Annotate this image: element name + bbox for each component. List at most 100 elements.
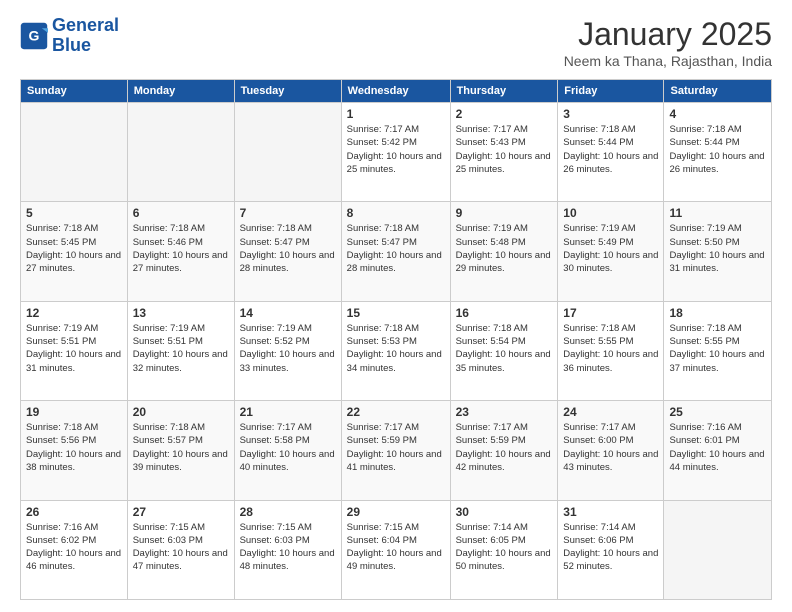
sunrise-label: Sunrise: 7:18 AM xyxy=(133,223,205,234)
sunrise-label: Sunrise: 7:17 AM xyxy=(456,124,528,135)
svg-text:G: G xyxy=(29,27,40,43)
daylight-label: Daylight: 10 hours and 42 minutes. xyxy=(456,449,551,473)
day-info: Sunrise: 7:17 AM Sunset: 6:00 PM Dayligh… xyxy=(563,421,658,474)
sunrise-label: Sunrise: 7:14 AM xyxy=(563,522,635,533)
day-info: Sunrise: 7:16 AM Sunset: 6:02 PM Dayligh… xyxy=(26,521,122,574)
day-number: 31 xyxy=(563,505,658,519)
sunset-label: Sunset: 5:55 PM xyxy=(669,336,739,347)
calendar-day-cell: 29 Sunrise: 7:15 AM Sunset: 6:04 PM Dayl… xyxy=(341,500,450,599)
calendar-week-row: 12 Sunrise: 7:19 AM Sunset: 5:51 PM Dayl… xyxy=(21,301,772,400)
sunrise-label: Sunrise: 7:14 AM xyxy=(456,522,528,533)
sunset-label: Sunset: 6:03 PM xyxy=(133,535,203,546)
day-info: Sunrise: 7:17 AM Sunset: 5:58 PM Dayligh… xyxy=(240,421,336,474)
calendar-day-cell xyxy=(234,103,341,202)
day-number: 29 xyxy=(347,505,445,519)
weekday-header-cell: Thursday xyxy=(450,80,558,103)
sunset-label: Sunset: 5:46 PM xyxy=(133,237,203,248)
daylight-label: Daylight: 10 hours and 40 minutes. xyxy=(240,449,335,473)
calendar-day-cell: 31 Sunrise: 7:14 AM Sunset: 6:06 PM Dayl… xyxy=(558,500,664,599)
day-info: Sunrise: 7:18 AM Sunset: 5:44 PM Dayligh… xyxy=(669,123,766,176)
sunset-label: Sunset: 5:44 PM xyxy=(669,137,739,148)
daylight-label: Daylight: 10 hours and 33 minutes. xyxy=(240,349,335,373)
calendar-day-cell xyxy=(21,103,128,202)
calendar-body: 1 Sunrise: 7:17 AM Sunset: 5:42 PM Dayli… xyxy=(21,103,772,600)
day-number: 20 xyxy=(133,405,229,419)
calendar-week-row: 26 Sunrise: 7:16 AM Sunset: 6:02 PM Dayl… xyxy=(21,500,772,599)
day-number: 21 xyxy=(240,405,336,419)
sunrise-label: Sunrise: 7:16 AM xyxy=(26,522,98,533)
day-number: 19 xyxy=(26,405,122,419)
calendar-day-cell: 18 Sunrise: 7:18 AM Sunset: 5:55 PM Dayl… xyxy=(664,301,772,400)
calendar-day-cell: 21 Sunrise: 7:17 AM Sunset: 5:58 PM Dayl… xyxy=(234,401,341,500)
daylight-label: Daylight: 10 hours and 44 minutes. xyxy=(669,449,764,473)
weekday-header-cell: Monday xyxy=(127,80,234,103)
sunrise-label: Sunrise: 7:18 AM xyxy=(26,422,98,433)
logo-icon: G xyxy=(20,22,48,50)
sunset-label: Sunset: 5:43 PM xyxy=(456,137,526,148)
sunset-label: Sunset: 6:02 PM xyxy=(26,535,96,546)
sunset-label: Sunset: 5:57 PM xyxy=(133,435,203,446)
daylight-label: Daylight: 10 hours and 50 minutes. xyxy=(456,548,551,572)
calendar-day-cell: 26 Sunrise: 7:16 AM Sunset: 6:02 PM Dayl… xyxy=(21,500,128,599)
calendar-day-cell xyxy=(664,500,772,599)
day-info: Sunrise: 7:18 AM Sunset: 5:53 PM Dayligh… xyxy=(347,322,445,375)
sunset-label: Sunset: 5:47 PM xyxy=(347,237,417,248)
sunrise-label: Sunrise: 7:18 AM xyxy=(26,223,98,234)
sunset-label: Sunset: 5:53 PM xyxy=(347,336,417,347)
daylight-label: Daylight: 10 hours and 48 minutes. xyxy=(240,548,335,572)
calendar-day-cell: 15 Sunrise: 7:18 AM Sunset: 5:53 PM Dayl… xyxy=(341,301,450,400)
day-info: Sunrise: 7:18 AM Sunset: 5:55 PM Dayligh… xyxy=(669,322,766,375)
weekday-header-cell: Tuesday xyxy=(234,80,341,103)
daylight-label: Daylight: 10 hours and 39 minutes. xyxy=(133,449,228,473)
sunset-label: Sunset: 6:00 PM xyxy=(563,435,633,446)
calendar-day-cell: 11 Sunrise: 7:19 AM Sunset: 5:50 PM Dayl… xyxy=(664,202,772,301)
day-number: 25 xyxy=(669,405,766,419)
day-info: Sunrise: 7:15 AM Sunset: 6:04 PM Dayligh… xyxy=(347,521,445,574)
sunrise-label: Sunrise: 7:18 AM xyxy=(133,422,205,433)
logo-text: General Blue xyxy=(52,16,119,56)
sunset-label: Sunset: 6:06 PM xyxy=(563,535,633,546)
day-number: 15 xyxy=(347,306,445,320)
daylight-label: Daylight: 10 hours and 27 minutes. xyxy=(26,250,121,274)
sunset-label: Sunset: 5:58 PM xyxy=(240,435,310,446)
day-number: 8 xyxy=(347,206,445,220)
logo-line2: Blue xyxy=(52,36,119,56)
daylight-label: Daylight: 10 hours and 38 minutes. xyxy=(26,449,121,473)
day-info: Sunrise: 7:19 AM Sunset: 5:51 PM Dayligh… xyxy=(26,322,122,375)
day-info: Sunrise: 7:18 AM Sunset: 5:44 PM Dayligh… xyxy=(563,123,658,176)
sunset-label: Sunset: 5:44 PM xyxy=(563,137,633,148)
sunrise-label: Sunrise: 7:15 AM xyxy=(347,522,419,533)
daylight-label: Daylight: 10 hours and 29 minutes. xyxy=(456,250,551,274)
sunrise-label: Sunrise: 7:18 AM xyxy=(347,323,419,334)
day-info: Sunrise: 7:18 AM Sunset: 5:46 PM Dayligh… xyxy=(133,222,229,275)
daylight-label: Daylight: 10 hours and 31 minutes. xyxy=(669,250,764,274)
day-number: 12 xyxy=(26,306,122,320)
daylight-label: Daylight: 10 hours and 28 minutes. xyxy=(240,250,335,274)
daylight-label: Daylight: 10 hours and 52 minutes. xyxy=(563,548,658,572)
daylight-label: Daylight: 10 hours and 25 minutes. xyxy=(347,151,442,175)
calendar-day-cell: 30 Sunrise: 7:14 AM Sunset: 6:05 PM Dayl… xyxy=(450,500,558,599)
daylight-label: Daylight: 10 hours and 37 minutes. xyxy=(669,349,764,373)
sunrise-label: Sunrise: 7:15 AM xyxy=(133,522,205,533)
calendar-day-cell xyxy=(127,103,234,202)
day-info: Sunrise: 7:14 AM Sunset: 6:05 PM Dayligh… xyxy=(456,521,553,574)
calendar-page: G General Blue January 2025 Neem ka Than… xyxy=(0,0,792,612)
daylight-label: Daylight: 10 hours and 27 minutes. xyxy=(133,250,228,274)
daylight-label: Daylight: 10 hours and 26 minutes. xyxy=(669,151,764,175)
sunrise-label: Sunrise: 7:16 AM xyxy=(669,422,741,433)
logo-line1: General xyxy=(52,15,119,35)
day-info: Sunrise: 7:19 AM Sunset: 5:48 PM Dayligh… xyxy=(456,222,553,275)
daylight-label: Daylight: 10 hours and 28 minutes. xyxy=(347,250,442,274)
calendar-day-cell: 25 Sunrise: 7:16 AM Sunset: 6:01 PM Dayl… xyxy=(664,401,772,500)
day-info: Sunrise: 7:19 AM Sunset: 5:51 PM Dayligh… xyxy=(133,322,229,375)
day-info: Sunrise: 7:18 AM Sunset: 5:57 PM Dayligh… xyxy=(133,421,229,474)
sunset-label: Sunset: 5:49 PM xyxy=(563,237,633,248)
day-number: 30 xyxy=(456,505,553,519)
sunrise-label: Sunrise: 7:17 AM xyxy=(456,422,528,433)
day-number: 18 xyxy=(669,306,766,320)
sunset-label: Sunset: 5:52 PM xyxy=(240,336,310,347)
day-info: Sunrise: 7:15 AM Sunset: 6:03 PM Dayligh… xyxy=(133,521,229,574)
sunrise-label: Sunrise: 7:18 AM xyxy=(669,124,741,135)
sunset-label: Sunset: 6:04 PM xyxy=(347,535,417,546)
weekday-header-cell: Wednesday xyxy=(341,80,450,103)
